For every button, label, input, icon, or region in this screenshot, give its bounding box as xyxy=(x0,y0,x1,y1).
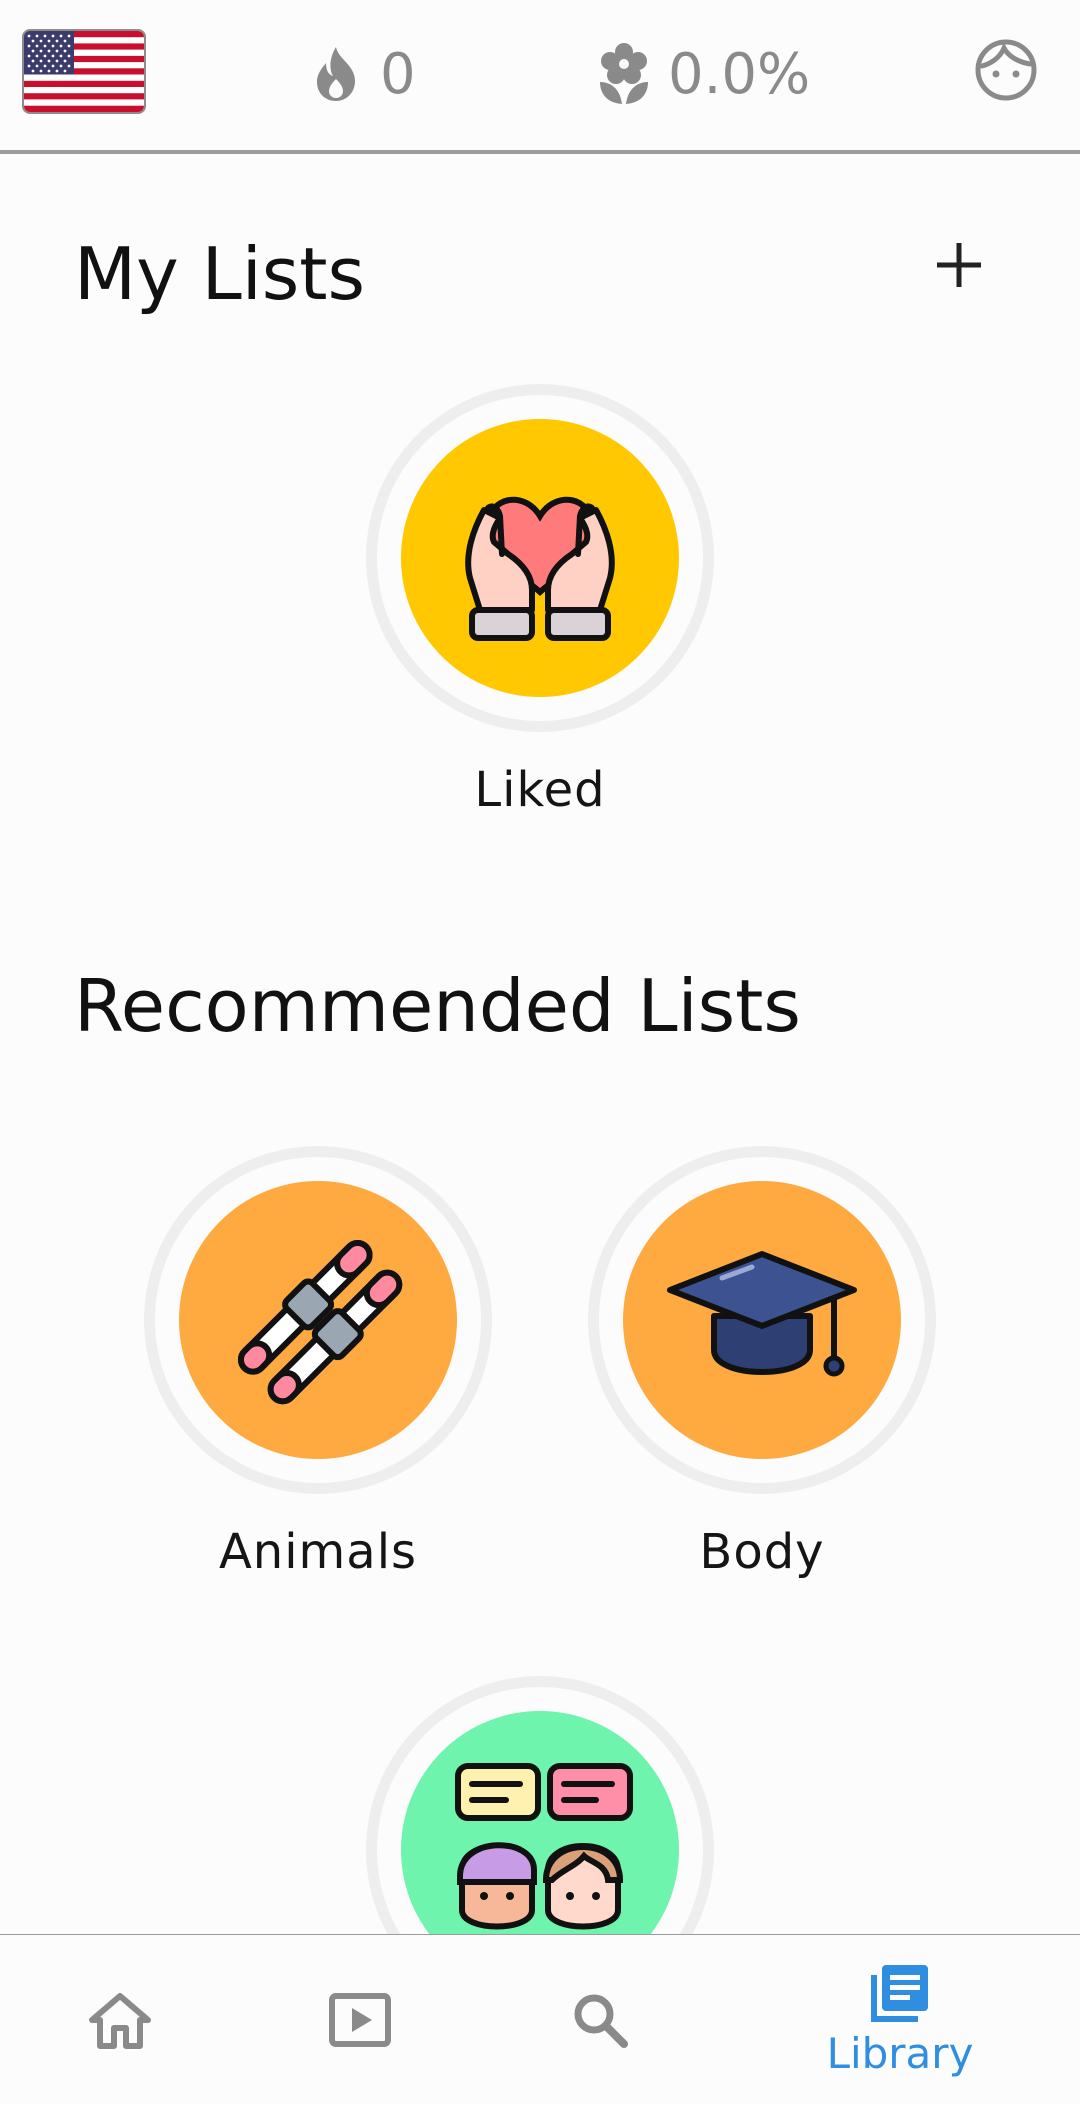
search-icon xyxy=(574,1994,628,2048)
add-list-button[interactable] xyxy=(930,236,988,294)
list-label-liked: Liked xyxy=(474,762,606,818)
nav-library-label: Library xyxy=(826,2029,974,2078)
recommended-lists-title: Recommended Lists xyxy=(74,964,801,1048)
heart-in-hands-icon xyxy=(401,419,679,697)
nav-library[interactable]: Library xyxy=(820,1935,980,2104)
nav-video[interactable] xyxy=(310,1935,410,2104)
list-tile-animals[interactable]: Animals xyxy=(144,1146,492,1580)
bottom-nav: Library xyxy=(0,1935,1080,2104)
flower-icon xyxy=(596,43,652,104)
list-label-animals: Animals xyxy=(218,1524,418,1580)
list-tile-body[interactable]: Body xyxy=(588,1146,936,1580)
streak-counter[interactable]: 0 xyxy=(308,34,416,114)
streak-value: 0 xyxy=(380,41,416,107)
top-bar: 0 0.0% xyxy=(0,0,1080,150)
list-tile-liked[interactable]: Liked xyxy=(366,384,714,818)
skis-icon xyxy=(179,1181,457,1459)
home-icon xyxy=(89,1992,151,2049)
nav-search[interactable] xyxy=(550,1935,650,2104)
library-icon xyxy=(871,1965,928,2022)
video-icon xyxy=(329,1992,391,2047)
progress-value: 0.0% xyxy=(668,41,811,107)
graduation-cap-icon xyxy=(623,1181,901,1459)
progress-counter[interactable]: 0.0% xyxy=(596,34,810,114)
plus-icon xyxy=(937,243,981,287)
us-flag-icon[interactable] xyxy=(24,31,144,112)
top-divider xyxy=(0,150,1080,154)
my-lists-title: My Lists xyxy=(74,232,365,316)
nav-home[interactable] xyxy=(70,1935,170,2104)
profile-face-icon[interactable] xyxy=(974,38,1038,102)
list-label-body: Body xyxy=(699,1524,825,1580)
flame-icon xyxy=(308,44,364,104)
